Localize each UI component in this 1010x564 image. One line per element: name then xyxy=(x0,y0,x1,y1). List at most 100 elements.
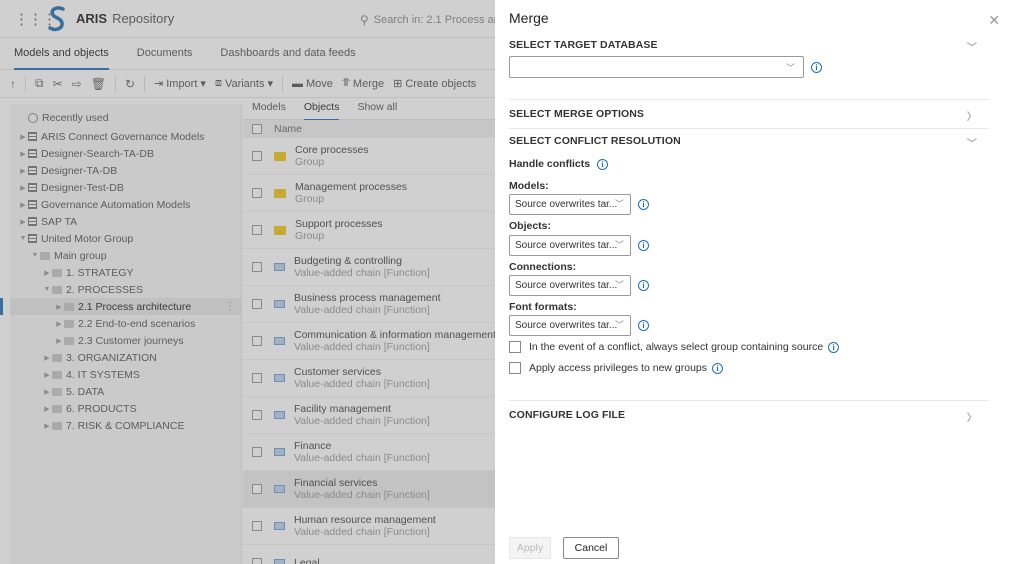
import-button[interactable]: ⇥ Import ▾ xyxy=(154,77,206,91)
list-item[interactable]: Legal xyxy=(243,545,495,564)
tree-item[interactable]: ▶ 3. ORGANIZATION xyxy=(10,349,241,366)
list-item[interactable]: Management processes Group xyxy=(243,175,495,212)
tree-item[interactable]: ▶ Designer-Search-TA-DB xyxy=(10,145,241,162)
checkbox[interactable] xyxy=(509,362,521,374)
tree-item[interactable]: ▶ Designer-Test-DB xyxy=(10,179,241,196)
list-item[interactable]: Customer services Value-added chain [Func… xyxy=(243,360,495,397)
tab-objects[interactable]: Objects xyxy=(295,98,349,121)
apply-button[interactable]: Apply xyxy=(509,537,551,559)
tree-item[interactable]: ▶ 6. PRODUCTS xyxy=(10,400,241,417)
row-checkbox[interactable] xyxy=(252,225,262,235)
row-checkbox[interactable] xyxy=(252,410,262,420)
paste-icon[interactable]: ⇨ xyxy=(72,77,82,91)
tree-item[interactable]: ▼ United Motor Group xyxy=(10,230,241,247)
objects-conflict-select[interactable]: Source overwrites tar... ﹀ xyxy=(509,235,631,256)
list-item[interactable]: Budgeting & controlling Value-added chain… xyxy=(243,249,495,286)
list-item[interactable]: Human resource management Value-added cha… xyxy=(243,508,495,545)
expand-toggle-icon[interactable]: ▼ xyxy=(42,286,52,293)
section-merge-options[interactable]: SELECT MERGE OPTIONS 〉 xyxy=(509,108,989,123)
move-button[interactable]: ▬ Move xyxy=(292,78,333,90)
copy-icon[interactable]: ⧉ xyxy=(35,76,44,91)
collapse-toggle-icon[interactable]: ▶ xyxy=(18,218,28,226)
tab-show-all[interactable]: Show all xyxy=(348,98,406,120)
collapse-toggle-icon[interactable]: ▶ xyxy=(42,269,52,277)
info-icon[interactable]: i xyxy=(828,341,840,353)
group-source-checkbox[interactable]: In the event of a conflict, always selec… xyxy=(509,341,840,353)
row-checkbox[interactable] xyxy=(252,336,262,346)
list-item[interactable]: Business process management Value-added c… xyxy=(243,286,495,323)
tree-item[interactable]: Recently used xyxy=(10,109,241,126)
collapse-toggle-icon[interactable]: ▶ xyxy=(54,303,64,311)
search-input[interactable]: ⚲ Search in: 2.1 Process archite xyxy=(360,10,495,29)
app-launcher-icon[interactable]: ⋮⋮⋮ xyxy=(14,10,57,28)
expand-toggle-icon[interactable]: ▼ xyxy=(30,252,40,259)
tree-item[interactable]: ▶ 5. DATA xyxy=(10,383,241,400)
tree-item[interactable]: ▶ 1. STRATEGY xyxy=(10,264,241,281)
tree-item[interactable]: ▶ Governance Automation Models xyxy=(10,196,241,213)
create-objects-button[interactable]: ⊞ Create objects xyxy=(393,77,476,91)
info-icon[interactable]: i xyxy=(811,62,822,73)
tree-item[interactable]: ▶ 4. IT SYSTEMS xyxy=(10,366,241,383)
collapse-toggle-icon[interactable]: ▶ xyxy=(54,320,64,328)
collapse-toggle-icon[interactable]: ▶ xyxy=(18,167,28,175)
tree-item[interactable]: ▶ 2.3 Customer journeys xyxy=(10,332,241,349)
target-database-select[interactable]: ﹀ xyxy=(509,56,804,78)
row-checkbox[interactable] xyxy=(252,299,262,309)
cut-icon[interactable]: ✂ xyxy=(53,77,63,91)
list-item[interactable]: Support processes Group xyxy=(243,212,495,249)
tree-item[interactable]: ▶ 2.2 End-to-end scenarios xyxy=(10,315,241,332)
tab-models-and-objects[interactable]: Models and objects xyxy=(0,47,123,70)
collapse-toggle-icon[interactable]: ▶ xyxy=(42,388,52,396)
info-icon[interactable]: i xyxy=(638,240,649,251)
refresh-icon[interactable]: ↻ xyxy=(125,77,135,91)
row-checkbox[interactable] xyxy=(252,558,262,564)
tree-item[interactable]: ▼ 2. PROCESSES xyxy=(10,281,241,298)
row-checkbox[interactable] xyxy=(252,151,262,161)
row-checkbox[interactable] xyxy=(252,521,262,531)
close-icon[interactable]: ✕ xyxy=(988,12,1000,29)
collapse-toggle-icon[interactable]: ▶ xyxy=(42,405,52,413)
delete-icon[interactable]: 🗑 xyxy=(91,77,106,91)
tree-item[interactable]: ▶ 2.1 Process architecture ⋮ xyxy=(0,298,241,315)
collapse-toggle-icon[interactable]: ▶ xyxy=(18,133,28,141)
collapse-toggle-icon[interactable]: ▶ xyxy=(42,422,52,430)
row-checkbox[interactable] xyxy=(252,484,262,494)
expand-toggle-icon[interactable]: ▼ xyxy=(18,235,28,242)
list-item[interactable]: Facility management Value-added chain [Fu… xyxy=(243,397,495,434)
collapse-toggle-icon[interactable]: ▶ xyxy=(18,184,28,192)
tab-documents[interactable]: Documents xyxy=(123,47,207,69)
tree-item[interactable]: ▶ Designer-TA-DB xyxy=(10,162,241,179)
info-icon[interactable]: i xyxy=(638,320,649,331)
cancel-button[interactable]: Cancel xyxy=(563,537,619,559)
collapse-toggle-icon[interactable]: ▶ xyxy=(18,201,28,209)
list-item[interactable]: Core processes Group xyxy=(243,138,495,175)
variants-button[interactable]: ⧈ Variants ▾ xyxy=(215,77,273,90)
info-icon[interactable]: i xyxy=(638,280,649,291)
info-icon[interactable]: i xyxy=(597,159,609,170)
tree-item[interactable]: ▶ SAP TA xyxy=(10,213,241,230)
font-formats-conflict-select[interactable]: Source overwrites tar... ﹀ xyxy=(509,315,631,336)
models-conflict-select[interactable]: Source overwrites tar... ﹀ xyxy=(509,194,631,215)
collapse-toggle-icon[interactable]: ▶ xyxy=(54,337,64,345)
list-item[interactable]: Communication & information management Va… xyxy=(243,323,495,360)
collapse-toggle-icon[interactable]: ▶ xyxy=(18,150,28,158)
name-column-header[interactable]: Name xyxy=(274,123,302,135)
row-checkbox[interactable] xyxy=(252,188,262,198)
tree-item[interactable]: ▶ 7. RISK & COMPLIANCE xyxy=(10,417,241,434)
info-icon[interactable]: i xyxy=(712,362,724,374)
select-all-checkbox[interactable] xyxy=(252,124,262,134)
tree-item[interactable]: ▼ Main group xyxy=(10,247,241,264)
section-configure-log-file[interactable]: CONFIGURE LOG FILE 〉 xyxy=(509,409,989,424)
collapse-toggle-icon[interactable]: ▶ xyxy=(42,354,52,362)
row-checkbox[interactable] xyxy=(252,373,262,383)
list-item[interactable]: Financial services Value-added chain [Fun… xyxy=(243,471,495,508)
row-checkbox[interactable] xyxy=(252,262,262,272)
list-item[interactable]: Finance Value-added chain [Function] xyxy=(243,434,495,471)
tab-models[interactable]: Models xyxy=(243,98,295,120)
info-icon[interactable]: i xyxy=(638,199,649,210)
access-privileges-checkbox[interactable]: Apply access privileges to new groups i xyxy=(509,362,724,374)
connections-conflict-select[interactable]: Source overwrites tar... ﹀ xyxy=(509,275,631,296)
checkbox[interactable] xyxy=(509,341,521,353)
row-checkbox[interactable] xyxy=(252,447,262,457)
arrow-up-icon[interactable]: ↑ xyxy=(10,77,16,91)
